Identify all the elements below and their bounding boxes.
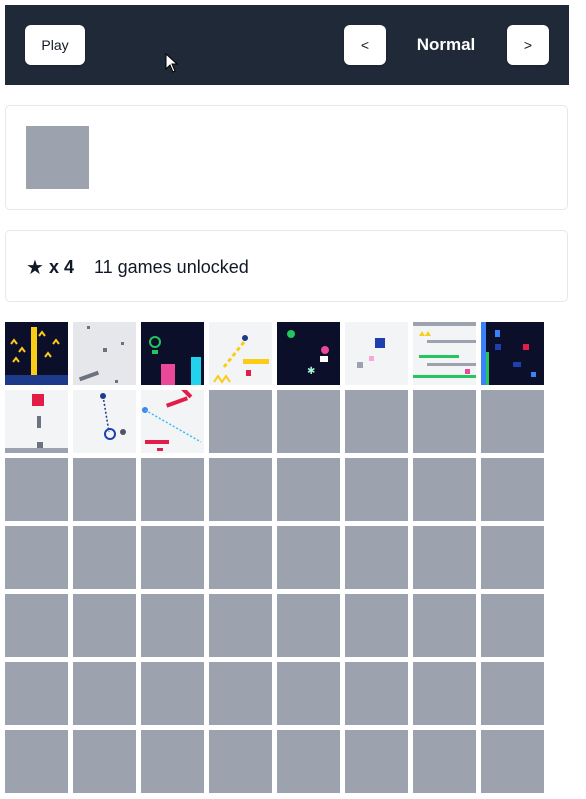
game-preview-panel [5,105,568,210]
game-tile-fire-level[interactable] [5,322,68,385]
game-tile-space-dodge[interactable]: ✱ [277,322,340,385]
stats-panel: ★ x 4 11 games unlocked [5,230,568,302]
locked-game-tile[interactable] [413,662,476,725]
pendulum-swing-thumbnail-icon [73,390,136,453]
locked-game-tile[interactable] [5,662,68,725]
previous-mode-button[interactable]: < [344,25,386,65]
locked-game-tile[interactable] [345,730,408,793]
locked-game-tile[interactable] [73,458,136,521]
locked-game-tile[interactable] [209,662,272,725]
locked-game-tile[interactable] [345,526,408,589]
svg-text:✱: ✱ [307,366,315,377]
locked-game-tile[interactable] [277,390,340,453]
locked-game-tile[interactable] [277,594,340,657]
next-mode-button[interactable]: > [507,25,549,65]
locked-game-tile[interactable] [481,458,544,521]
locked-game-tile[interactable] [481,662,544,725]
game-grid: ✱ [5,322,545,799]
game-tile-laser-bounce[interactable] [141,390,204,453]
falling-blocks-thumbnail-icon [73,322,136,385]
mode-label: Normal [416,35,476,54]
locked-game-tile[interactable] [209,730,272,793]
locked-game-tile[interactable] [481,390,544,453]
locked-game-tile[interactable] [481,526,544,589]
locked-game-tile[interactable] [277,662,340,725]
locked-game-tile[interactable] [345,458,408,521]
game-tile-platform-ladder[interactable] [413,322,476,385]
locked-game-tile[interactable] [209,390,272,453]
laser-bounce-thumbnail-icon [141,390,204,453]
locked-game-tile[interactable] [277,458,340,521]
night-city-thumbnail-icon [481,322,544,385]
locked-game-tile[interactable] [141,594,204,657]
locked-game-tile[interactable] [73,730,136,793]
locked-game-tile[interactable] [413,730,476,793]
yellow-dash-thumbnail-icon [209,322,272,385]
locked-game-tile[interactable] [413,594,476,657]
star-icon: ★ [26,256,44,279]
game-preview-thumbnail [26,126,89,189]
locked-game-tile[interactable] [413,526,476,589]
locked-game-tile[interactable] [481,594,544,657]
locked-game-tile[interactable] [209,594,272,657]
space-dodge-thumbnail-icon: ✱ [277,322,340,385]
game-tile-neon-jump[interactable] [141,322,204,385]
game-tile-square-puzzle[interactable] [345,322,408,385]
game-tile-night-city[interactable] [481,322,544,385]
locked-game-tile[interactable] [5,594,68,657]
red-cube-drop-thumbnail-icon [5,390,68,453]
locked-game-tile[interactable] [209,526,272,589]
locked-game-tile[interactable] [141,662,204,725]
locked-game-tile[interactable] [73,662,136,725]
locked-game-tile[interactable] [141,730,204,793]
locked-game-tile[interactable] [345,594,408,657]
locked-game-tile[interactable] [277,730,340,793]
game-tile-falling-blocks[interactable] [73,322,136,385]
locked-game-tile[interactable] [481,730,544,793]
game-tile-pendulum-swing[interactable] [73,390,136,453]
mouse-cursor-icon [165,53,179,73]
locked-game-tile[interactable] [277,526,340,589]
locked-game-tile[interactable] [5,730,68,793]
locked-game-tile[interactable] [73,594,136,657]
locked-game-tile[interactable] [345,662,408,725]
fire-level-thumbnail-icon [5,322,68,385]
star-count: x 4 [48,256,74,277]
top-toolbar: Play < Normal > [5,5,569,85]
locked-game-tile[interactable] [141,526,204,589]
locked-game-tile[interactable] [413,390,476,453]
square-puzzle-thumbnail-icon [345,322,408,385]
game-tile-yellow-dash[interactable] [209,322,272,385]
game-tile-red-cube-drop[interactable] [5,390,68,453]
platform-ladder-thumbnail-icon [413,322,476,385]
locked-game-tile[interactable] [209,458,272,521]
locked-game-tile[interactable] [141,458,204,521]
neon-jump-thumbnail-icon [141,322,204,385]
locked-game-tile[interactable] [345,390,408,453]
locked-game-tile[interactable] [5,458,68,521]
play-button[interactable]: Play [25,25,85,65]
locked-game-tile[interactable] [413,458,476,521]
locked-game-tile[interactable] [73,526,136,589]
locked-game-tile[interactable] [5,526,68,589]
games-unlocked-text: 11 games unlocked [93,256,249,277]
